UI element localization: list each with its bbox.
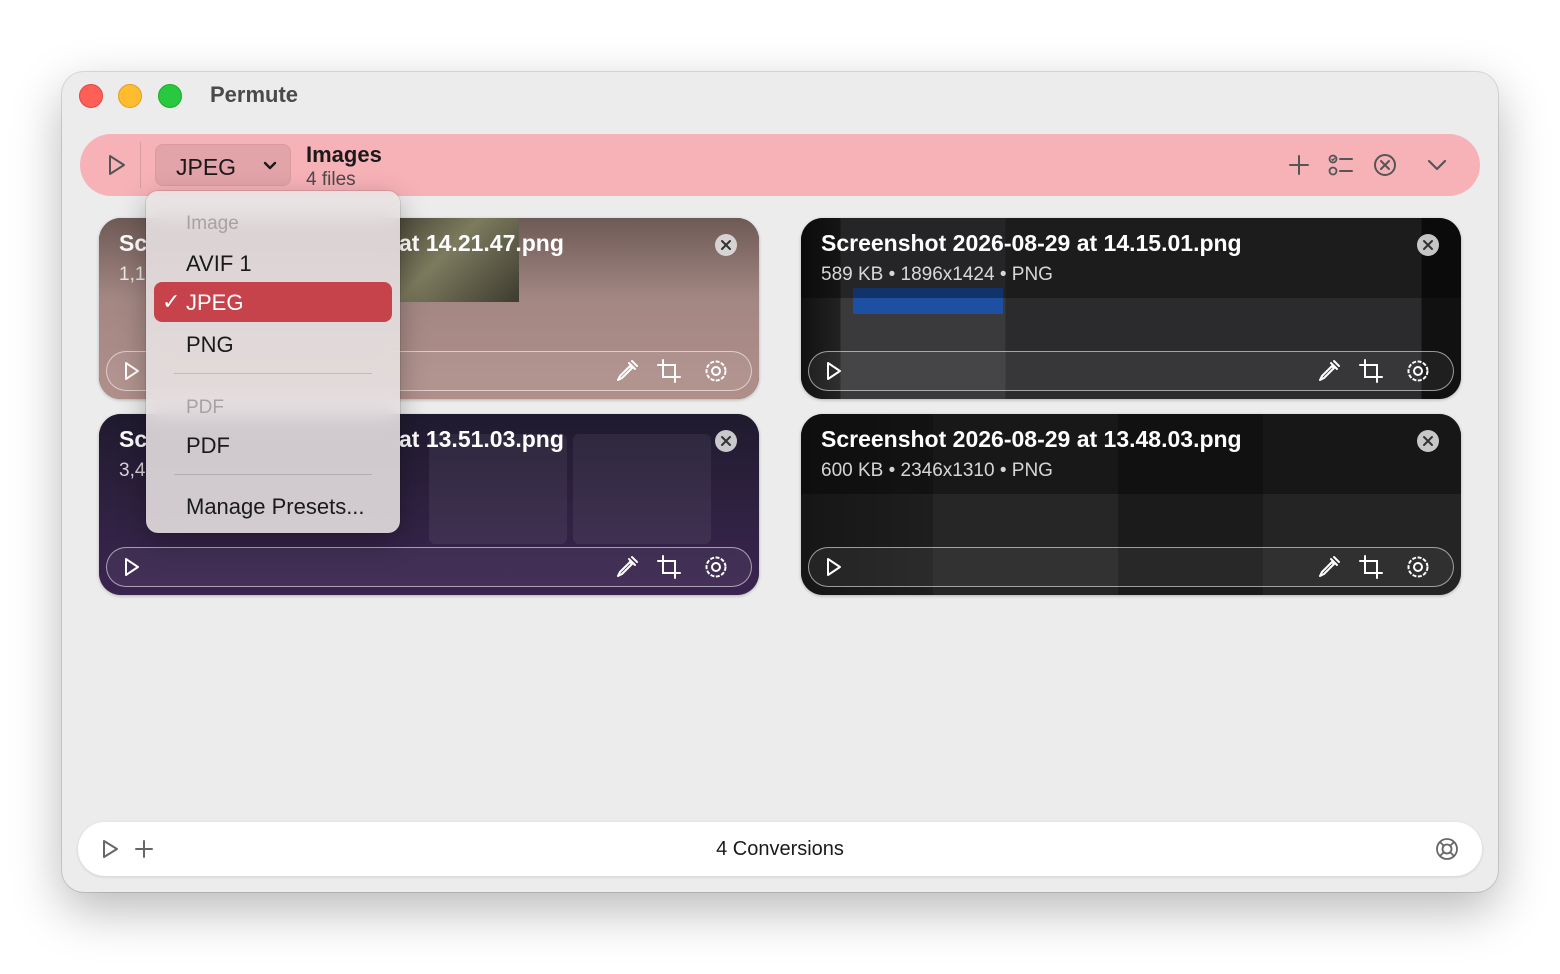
play-icon[interactable]: [821, 555, 845, 579]
card-meta-prefix: 3,4: [119, 460, 146, 481]
card-title-prefix: Sc: [119, 230, 148, 256]
card-title: Screenshot 2026-08-29 at 13.48.03.png: [821, 426, 1242, 452]
file-card[interactable]: Screenshot 2026-08-29 at 13.48.03.png 60…: [801, 414, 1461, 595]
card-title-prefix: Sc: [119, 426, 148, 452]
menu-item-label: PDF: [186, 433, 230, 458]
collapse-chevron-icon[interactable]: [1422, 150, 1452, 180]
menu-section-header-image: Image: [186, 213, 239, 234]
play-icon[interactable]: [119, 359, 143, 383]
group-title: Images: [306, 142, 382, 167]
card-meta: 600 KB • 2346x1310 • PNG: [821, 460, 1053, 481]
crop-icon[interactable]: [656, 554, 682, 580]
card-title: at 14.21.47.png: [399, 230, 564, 256]
footer-bar: 4 Conversions: [78, 822, 1482, 876]
settings-gear-icon[interactable]: [703, 358, 729, 384]
eyedropper-icon[interactable]: [1316, 358, 1342, 384]
menu-item-avif[interactable]: AVIF 1: [154, 243, 392, 283]
eyedropper-icon[interactable]: [614, 554, 640, 580]
play-icon[interactable]: [119, 555, 143, 579]
eyedropper-icon[interactable]: [1316, 554, 1342, 580]
card-thumbnail-panel: [573, 434, 711, 544]
group-file-count: 4 files: [306, 169, 356, 190]
menu-separator: [174, 474, 372, 475]
card-meta-prefix: 1,1: [119, 264, 146, 285]
settings-gear-icon[interactable]: [1405, 554, 1431, 580]
close-window-button[interactable]: [79, 84, 103, 108]
card-action-bar: [808, 547, 1454, 587]
menu-separator: [174, 373, 372, 374]
card-action-bar: [808, 351, 1454, 391]
menu-item-manage-presets[interactable]: Manage Presets...: [154, 486, 392, 526]
crop-icon[interactable]: [1358, 358, 1384, 384]
divider: [140, 142, 141, 188]
menu-item-pdf[interactable]: PDF: [154, 425, 392, 465]
settings-gear-icon[interactable]: [703, 554, 729, 580]
plus-icon[interactable]: [1284, 150, 1314, 180]
menu-item-label: AVIF 1: [186, 251, 252, 276]
menu-item-jpeg[interactable]: ✓ JPEG: [154, 282, 392, 322]
menu-item-label: Manage Presets...: [186, 494, 365, 519]
minimize-window-button[interactable]: [118, 84, 142, 108]
chevron-down-icon: [263, 161, 277, 170]
menu-section-header-pdf: PDF: [186, 397, 224, 418]
play-icon[interactable]: [821, 359, 845, 383]
format-popup-button[interactable]: JPEG: [155, 144, 291, 186]
file-card[interactable]: Screenshot 2026-08-29 at 14.15.01.png 58…: [801, 218, 1461, 399]
card-title: at 13.51.03.png: [399, 426, 564, 452]
zoom-window-button[interactable]: [158, 84, 182, 108]
format-label: JPEG: [176, 154, 237, 180]
help-lifebuoy-icon[interactable]: [1435, 837, 1459, 861]
remove-file-icon[interactable]: [1417, 430, 1439, 452]
remove-file-icon[interactable]: [715, 430, 737, 452]
checkmark-icon: ✓: [162, 289, 181, 314]
format-dropdown-menu: Image AVIF 1 ✓ JPEG PNG PDF PDF Manage P…: [146, 191, 400, 533]
card-action-bar: [106, 547, 752, 587]
window-title: Permute: [210, 82, 299, 107]
settings-gear-icon[interactable]: [1405, 358, 1431, 384]
menu-item-label: PNG: [186, 332, 234, 357]
menu-item-png[interactable]: PNG: [154, 324, 392, 364]
remove-file-icon[interactable]: [715, 234, 737, 256]
eyedropper-icon[interactable]: [614, 358, 640, 384]
card-meta: 589 KB • 1896x1424 • PNG: [821, 264, 1053, 285]
conversions-count: 4 Conversions: [716, 838, 844, 860]
play-icon[interactable]: [102, 151, 130, 179]
menu-item-label: JPEG: [186, 290, 244, 315]
card-title: Screenshot 2026-08-29 at 14.15.01.png: [821, 230, 1242, 256]
remove-file-icon[interactable]: [1417, 234, 1439, 256]
crop-icon[interactable]: [1358, 554, 1384, 580]
checklist-icon[interactable]: [1326, 150, 1356, 180]
crop-icon[interactable]: [656, 358, 682, 384]
close-circle-icon[interactable]: [1370, 150, 1400, 180]
group-header-bar: JPEG Images 4 files: [80, 134, 1480, 196]
